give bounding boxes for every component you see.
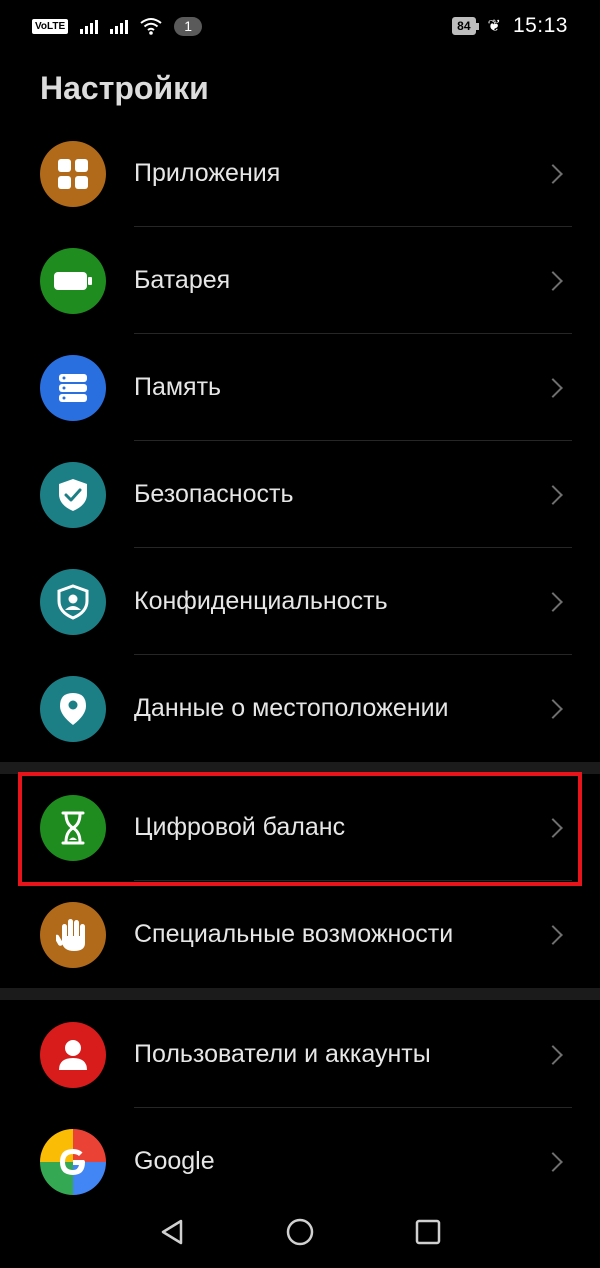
settings-item-accessibility[interactable]: Специальные возможности (0, 881, 600, 988)
chevron-right-icon (543, 817, 563, 838)
settings-item-users-accounts[interactable]: Пользователи и аккаунты (0, 1001, 600, 1108)
settings-item-label: Безопасность (134, 480, 294, 508)
volte-indicator: VoLTE (32, 18, 69, 34)
page-title: Настройки (40, 70, 209, 106)
settings-item-label: Приложения (134, 159, 281, 187)
section-separator (0, 762, 600, 774)
status-bar-left: VoLTE 1 (32, 16, 202, 36)
wifi-icon (140, 18, 162, 35)
chevron-right-icon (543, 1044, 563, 1065)
chevron-right-icon (543, 591, 563, 612)
chevron-right-icon (543, 270, 563, 291)
status-bar-right: 84 ❦ 15:13 (452, 14, 568, 38)
chevron-right-icon (543, 377, 563, 398)
settings-group-3: Пользователи и аккаунты Google (0, 1001, 600, 1215)
location-pin-icon (40, 675, 106, 742)
settings-group-2: Цифровой баланс Специальные возможности (0, 774, 600, 988)
settings-item-label: Конфиденциальность (134, 587, 388, 615)
chevron-right-icon (543, 484, 563, 505)
settings-item-label: Батарея (134, 266, 231, 294)
settings-item-location[interactable]: Данные о местоположении (0, 655, 600, 762)
shield-check-icon (40, 461, 106, 528)
chevron-right-icon (543, 163, 563, 184)
settings-item-label: Память (134, 373, 222, 401)
privacy-shield-icon (40, 568, 106, 635)
battery-icon: 84 (452, 17, 479, 35)
settings-item-label: Цифровой баланс (134, 813, 346, 841)
settings-group-1: Приложения Батарея Память Безопасность К… (0, 120, 600, 762)
home-icon[interactable] (286, 1218, 314, 1246)
google-icon (40, 1128, 106, 1195)
settings-item-digital-balance[interactable]: Цифровой баланс (0, 774, 600, 881)
notification-count-badge: 1 (174, 16, 202, 36)
signal-strength-icon (80, 18, 99, 34)
user-icon (40, 1021, 106, 1088)
battery-icon (40, 247, 106, 314)
settings-item-privacy[interactable]: Конфиденциальность (0, 548, 600, 655)
chevron-right-icon (543, 1151, 563, 1172)
hourglass-icon (40, 794, 106, 861)
settings-item-label: Пользователи и аккаунты (134, 1040, 431, 1068)
chevron-right-icon (543, 698, 563, 719)
settings-item-security[interactable]: Безопасность (0, 441, 600, 548)
section-separator (0, 988, 600, 1000)
chevron-right-icon (543, 924, 563, 945)
settings-item-label: Google (134, 1147, 215, 1175)
settings-item-label: Данные о местоположении (134, 694, 449, 722)
power-saving-leaf-icon: ❦ (487, 18, 501, 35)
navigation-bar (0, 1196, 600, 1268)
back-icon[interactable] (158, 1218, 186, 1246)
status-bar: VoLTE 1 84 ❦ 15:13 (0, 0, 600, 52)
clock: 15:13 (512, 14, 568, 37)
apps-grid-icon (40, 140, 106, 207)
settings-item-apps[interactable]: Приложения (0, 120, 600, 227)
signal-strength-icon-2 (110, 18, 129, 34)
storage-icon (40, 354, 106, 421)
settings-item-label: Специальные возможности (134, 920, 454, 948)
settings-item-battery[interactable]: Батарея (0, 227, 600, 334)
hand-icon (40, 901, 106, 968)
recents-icon[interactable] (414, 1218, 442, 1246)
settings-item-storage[interactable]: Память (0, 334, 600, 441)
